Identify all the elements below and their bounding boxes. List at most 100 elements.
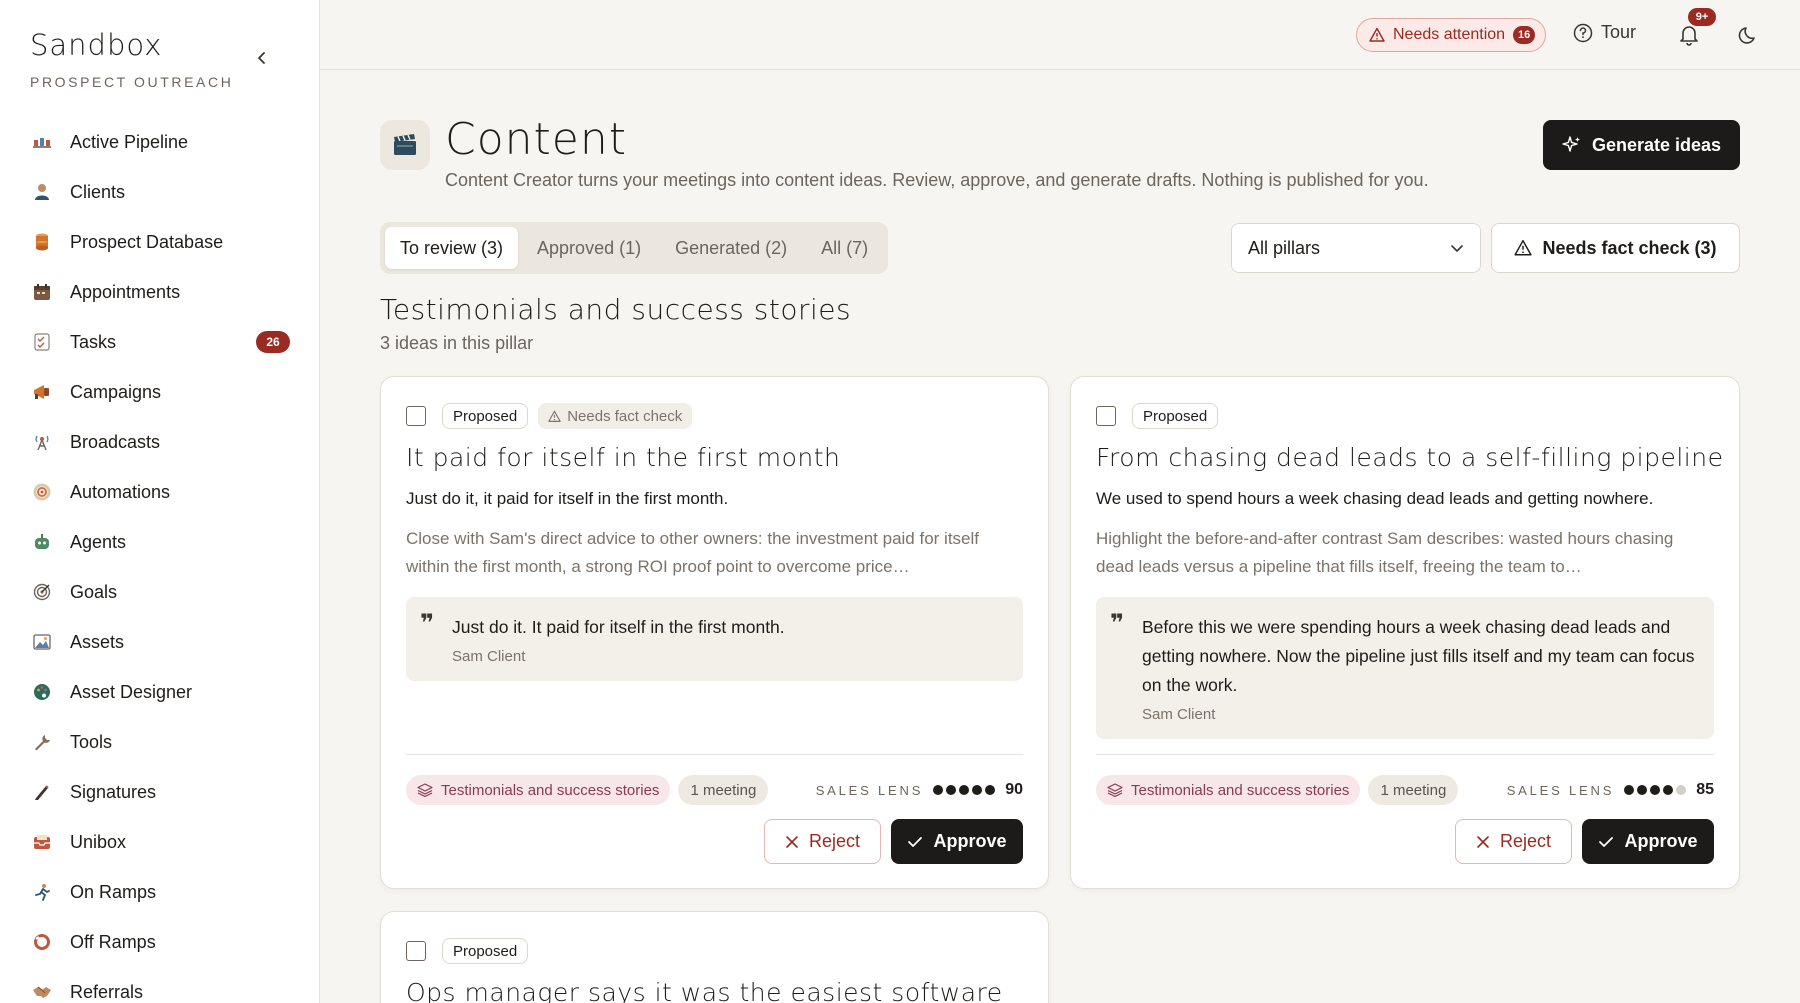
tasks-count-badge: 26 <box>256 331 290 353</box>
clapperboard-icon <box>380 120 430 170</box>
tab-approved[interactable]: Approved (1) <box>522 227 656 269</box>
sidebar-item-campaigns[interactable]: Campaigns <box>24 367 300 417</box>
quote-author: Sam Client <box>1142 706 1216 723</box>
tab-to-review[interactable]: To review (3) <box>385 227 519 269</box>
antenna-icon <box>32 432 52 452</box>
reject-button[interactable]: Reject <box>764 819 881 864</box>
idea-select-checkbox[interactable] <box>1096 406 1116 426</box>
meeting-count-tag: 1 meeting <box>1368 775 1459 805</box>
sidebar-item-clients[interactable]: Clients <box>24 167 300 217</box>
needs-fact-check-filter-button[interactable]: Needs fact check (3) <box>1491 223 1740 273</box>
sidebar-item-label: Broadcasts <box>70 431 161 452</box>
quote-author: Sam Client <box>452 648 526 665</box>
sidebar-item-asset-designer[interactable]: Asset Designer <box>24 667 300 717</box>
collapse-sidebar-button[interactable] <box>250 46 274 70</box>
tour-label: Tour <box>1601 22 1637 42</box>
sidebar-item-active-pipeline[interactable]: Active Pipeline <box>24 117 300 167</box>
sidebar-item-label: Signatures <box>70 781 157 802</box>
pillar-tag-label: Testimonials and success stories <box>441 781 660 799</box>
runner-icon <box>32 882 52 902</box>
status-tabs: To review (3) Approved (1) Generated (2)… <box>380 222 889 274</box>
sidebar-item-prospect-database[interactable]: Prospect Database <box>24 217 300 267</box>
lens-dot-filled <box>946 785 957 795</box>
approve-button[interactable]: Approve <box>1582 819 1714 864</box>
check-icon <box>1599 836 1614 847</box>
lens-dot-filled <box>1650 785 1661 795</box>
sidebar-item-tools[interactable]: Tools <box>24 717 300 767</box>
wrench-icon <box>32 732 52 752</box>
lens-dot-filled <box>1637 785 1648 795</box>
pillar-tag[interactable]: Testimonials and success stories <box>1096 775 1361 805</box>
close-icon <box>786 835 798 848</box>
sales-lens-label: SALES LENS <box>815 782 924 798</box>
idea-title: It paid for itself in the first month <box>406 443 841 472</box>
database-icon <box>32 232 52 252</box>
idea-quote: ❞ Just do it. It paid for itself in the … <box>406 597 1023 681</box>
pipeline-icon <box>32 132 52 152</box>
calendar-icon <box>32 282 52 302</box>
sales-lens: SALES LENS 85 <box>1507 781 1714 799</box>
sidebar-item-tasks[interactable]: Tasks 26 <box>24 317 300 367</box>
pillar-tag[interactable]: Testimonials and success stories <box>406 775 671 805</box>
image-icon <box>32 632 52 652</box>
inbox-icon <box>32 832 52 852</box>
idea-title: From chasing dead leads to a self-fillin… <box>1096 443 1724 472</box>
needs-attention-button[interactable]: Needs attention 16 <box>1356 18 1547 52</box>
sidebar-item-off-ramps[interactable]: Off Ramps <box>24 917 300 967</box>
sales-lens-label: SALES LENS <box>1506 782 1615 798</box>
needs-attention-label: Needs attention <box>1393 26 1506 43</box>
sidebar-item-unibox[interactable]: Unibox <box>24 817 300 867</box>
status-badge: Proposed <box>442 403 529 429</box>
brand-subtitle: PROSPECT OUTREACH <box>30 74 234 90</box>
sidebar-item-agents[interactable]: Agents <box>24 517 300 567</box>
brand: Sandbox PROSPECT OUTREACH <box>30 28 233 90</box>
sales-lens-score: 90 <box>1005 781 1023 798</box>
sidebar-item-label: Goals <box>70 581 118 602</box>
sidebar-item-broadcasts[interactable]: Broadcasts <box>24 417 300 467</box>
sidebar-item-label: Automations <box>70 481 171 502</box>
pillar-section-title: Testimonials and success stories <box>380 293 852 326</box>
idea-description: Close with Sam's direct advice to other … <box>406 529 980 576</box>
sidebar-nav: Active Pipeline Clients Prospect Databas… <box>24 117 300 1003</box>
sparkle-icon <box>1562 136 1580 152</box>
tour-button[interactable]: Tour <box>1573 22 1636 43</box>
approve-button[interactable]: Approve <box>891 819 1023 864</box>
idea-meta: Testimonials and success stories 1 meeti… <box>1096 775 1714 805</box>
sidebar-item-assets[interactable]: Assets <box>24 617 300 667</box>
reject-button[interactable]: Reject <box>1455 819 1572 864</box>
sidebar-item-referrals[interactable]: Referrals <box>24 967 300 1003</box>
quote-text: Just do it. It paid for itself in the fi… <box>452 617 785 637</box>
sidebar-item-label: Active Pipeline <box>70 131 189 152</box>
quote-text: Before this we were spending hours a wee… <box>1142 617 1695 695</box>
sidebar-item-appointments[interactable]: Appointments <box>24 267 300 317</box>
lens-dot-filled <box>1663 785 1674 795</box>
sidebar-item-goals[interactable]: Goals <box>24 567 300 617</box>
idea-select-checkbox[interactable] <box>406 406 426 426</box>
main-content: Needs attention 16 Tour 9+ Content Conte… <box>320 0 1800 1003</box>
fact-check-badge: Needs fact check <box>538 403 693 429</box>
pen-icon <box>32 782 52 802</box>
tab-all[interactable]: All (7) <box>806 227 883 269</box>
sidebar-item-on-ramps[interactable]: On Ramps <box>24 867 300 917</box>
sales-lens-dots <box>933 785 996 795</box>
sidebar-item-signatures[interactable]: Signatures <box>24 767 300 817</box>
needs-attention-count: 16 <box>1513 26 1536 44</box>
theme-toggle-button[interactable] <box>1736 22 1762 48</box>
tab-generated[interactable]: Generated (2) <box>660 227 802 269</box>
sidebar-item-label: Clients <box>70 181 126 202</box>
idea-actions: Reject Approve <box>1455 819 1714 864</box>
warning-icon <box>548 410 561 422</box>
card-divider <box>1096 754 1714 755</box>
sidebar-item-label: Asset Designer <box>70 681 193 702</box>
idea-select-checkbox[interactable] <box>406 941 426 961</box>
chevron-left-icon <box>258 52 265 64</box>
sidebar-item-automations[interactable]: Automations <box>24 467 300 517</box>
idea-card: Proposed From chasing dead leads to a se… <box>1070 376 1740 889</box>
sidebar-item-label: Campaigns <box>70 381 162 402</box>
pillar-select[interactable]: All pillars <box>1231 223 1481 273</box>
notifications-badge: 9+ <box>1688 8 1716 26</box>
lens-dot-filled <box>1624 785 1635 795</box>
generate-ideas-button[interactable]: Generate ideas <box>1543 120 1740 170</box>
sidebar-item-label: Agents <box>70 531 127 552</box>
idea-card: Proposed Needs fact check It paid for it… <box>380 376 1049 889</box>
